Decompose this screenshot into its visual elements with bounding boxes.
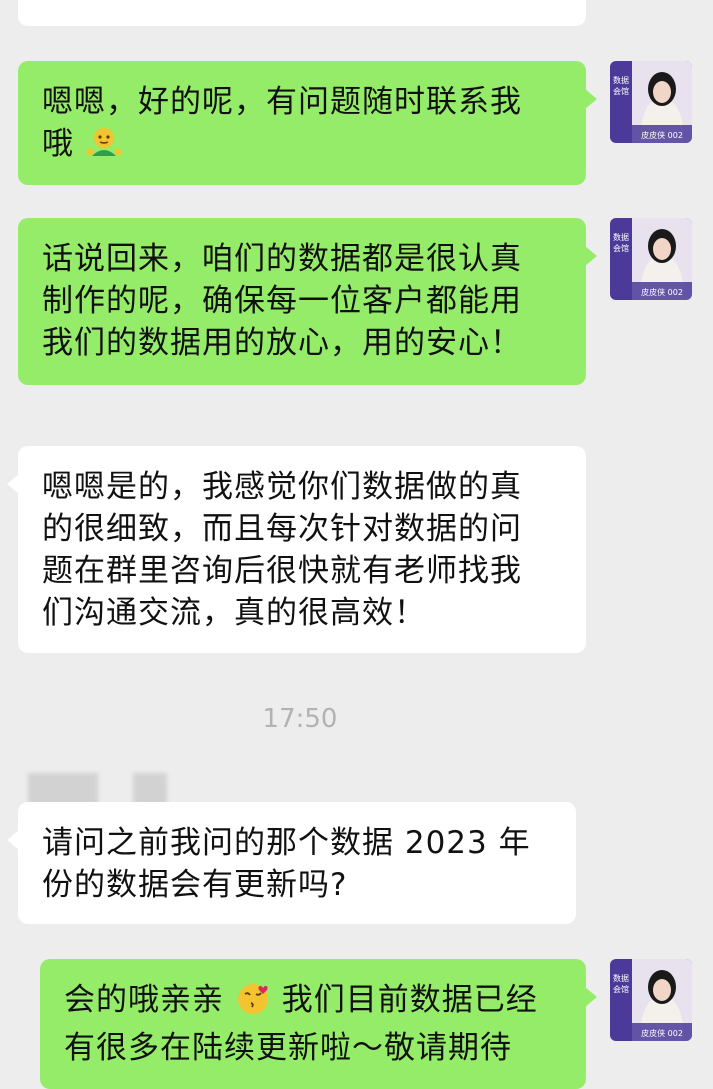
message-line: 嗯嗯，好的呢，有问题随时联系我	[42, 84, 522, 120]
avatar-badge-bottom: 会馆	[613, 86, 629, 96]
message-line: 有很多在陆续更新啦～敬请期待	[64, 1030, 512, 1066]
avatar[interactable]: 数据 会馆 皮皮侠 002	[610, 218, 692, 300]
message-line: 题在群里咨询后很快就有老师找我	[42, 553, 522, 589]
message-line: 份的数据会有更新吗?	[42, 867, 348, 903]
message-text: 会的哦亲亲	[64, 982, 224, 1018]
message-text: 我们目前数据已经	[281, 982, 538, 1018]
avatar-name-tag: 皮皮侠 002	[641, 130, 683, 140]
avatar[interactable]: 数据 会馆 皮皮侠 002	[610, 959, 692, 1041]
timestamp: 17:50	[262, 704, 338, 734]
message-line: 制作的呢，确保每一位客户都能用	[42, 283, 522, 319]
svg-text:会馆: 会馆	[613, 984, 629, 994]
message-line: 们沟通交流，真的很高效！	[42, 595, 426, 631]
avatar[interactable]: 数据 会馆 皮皮侠 002	[610, 61, 692, 143]
svg-text:皮皮侠 002: 皮皮侠 002	[641, 1028, 683, 1038]
svg-text:皮皮侠 002: 皮皮侠 002	[641, 287, 683, 297]
message-text: 哦	[42, 126, 74, 162]
outgoing-message-3[interactable]: 会的哦亲亲 我们目前数据已经 有很多在陆续更新啦～敬请期待	[40, 959, 597, 1089]
outgoing-message-1[interactable]: 嗯嗯，好的呢，有问题随时联系我 哦	[18, 61, 597, 185]
avatar-badge-top: 数据	[613, 75, 629, 85]
message-line: 我们的数据用的放心，用的安心！	[42, 325, 522, 361]
message-line: 的很细致，而且每次针对数据的问	[42, 511, 522, 547]
message-line: 请问之前我问的那个数据 2023 年	[42, 825, 531, 861]
message-line: 会的哦亲亲 我们目前数据已经	[64, 979, 562, 1027]
message-line: 话说回来，咱们的数据都是很认真	[42, 241, 522, 277]
incoming-message-1[interactable]: 嗯嗯是的，我感觉你们数据做的真 的很细致，而且每次针对数据的问 题在群里咨询后很…	[7, 446, 586, 653]
kissing-face-emoji	[235, 982, 271, 1027]
svg-text:数据: 数据	[613, 232, 629, 242]
svg-text:数据: 数据	[613, 973, 629, 983]
message-line: 嗯嗯是的，我感觉你们数据做的真	[42, 469, 522, 505]
partial-message-bubble[interactable]	[18, 0, 586, 26]
svg-text:会馆: 会馆	[613, 243, 629, 253]
incoming-message-2[interactable]: 请问之前我问的那个数据 2023 年 份的数据会有更新吗?	[7, 802, 576, 924]
message-line: 哦	[42, 123, 562, 171]
shrug-emoji	[85, 126, 123, 171]
outgoing-message-2[interactable]: 话说回来，咱们的数据都是很认真 制作的呢，确保每一位客户都能用 我们的数据用的放…	[18, 218, 597, 385]
